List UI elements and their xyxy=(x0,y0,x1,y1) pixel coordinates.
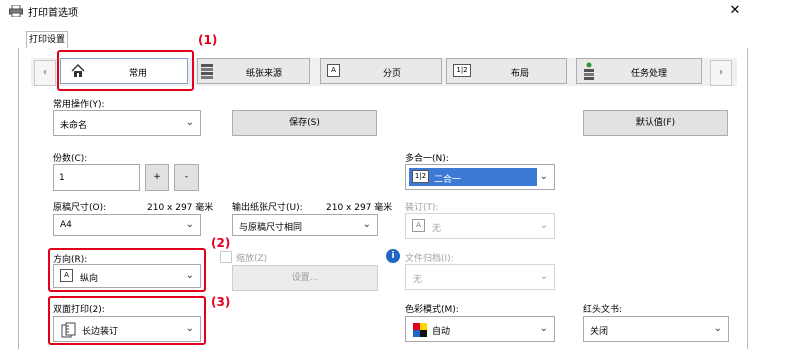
chevron-down-icon: ⌄ xyxy=(185,117,194,128)
chevron-down-icon: ⌄ xyxy=(362,219,371,230)
chevron-down-icon: ⌄ xyxy=(713,323,722,334)
layout-1-2-icon: 1|2 xyxy=(412,170,429,183)
banner-value: 关闭 xyxy=(590,327,609,337)
sheet-next-button[interactable]: › xyxy=(710,60,732,86)
file-retention-value: 无 xyxy=(413,275,423,285)
color-mode-select[interactable]: 自动 ⌄ xyxy=(405,316,555,342)
callout-label-2: (2) xyxy=(211,236,231,250)
copies-input[interactable]: 1 xyxy=(53,164,140,191)
title-bar: 打印首选项 ✕ xyxy=(0,0,747,22)
output-size-label: 输出纸张尺寸(U): xyxy=(232,203,303,213)
zoom-checkbox[interactable] xyxy=(220,251,232,263)
nup-label: 多合一(N): xyxy=(405,154,449,164)
output-size-dims: 210 x 297 毫米 xyxy=(326,203,393,213)
sheet-tab-label: 任务处理 xyxy=(631,69,668,79)
output-size-value: 与原稿尺寸相同 xyxy=(239,223,303,233)
output-size-select[interactable]: 与原稿尺寸相同 ⌄ xyxy=(232,214,378,236)
color-auto-icon xyxy=(413,323,427,337)
page-a-icon: A xyxy=(327,64,340,77)
sheet-tab-finishing[interactable]: A 分页 xyxy=(320,58,442,84)
binding-label: 装订(T): xyxy=(405,203,439,213)
copies-decrement-button[interactable]: - xyxy=(174,164,199,191)
print-preferences-window: 打印首选项 ✕ 打印设置 ‹ 常用 纸张来源 A 分页 1|2 布局 任务处理 … xyxy=(0,0,811,349)
chevron-down-icon: ⌄ xyxy=(185,219,194,230)
chevron-down-icon: ⌄ xyxy=(539,220,548,231)
callout-box-1 xyxy=(57,50,194,91)
favorites-label: 常用操作(Y): xyxy=(53,100,105,110)
favorites-value: 未命名 xyxy=(60,121,88,131)
sheet-tab-layout[interactable]: 1|2 布局 xyxy=(446,58,567,84)
sheet-tab-label: 布局 xyxy=(511,69,530,79)
save-button[interactable]: 保存(S) xyxy=(232,110,377,136)
copies-label: 份数(C): xyxy=(53,154,88,164)
job-stack-icon xyxy=(584,62,594,80)
layout-1-2-icon: 1|2 xyxy=(453,64,471,77)
zoom-label: 缩放(Z) xyxy=(236,254,268,264)
nup-select[interactable]: 1|2 二合一 ⌄ xyxy=(405,164,555,190)
zoom-settings-button[interactable]: 设置... xyxy=(232,265,378,291)
sheet-tab-job-handling[interactable]: 任务处理 xyxy=(576,58,702,84)
color-mode-value: 自动 xyxy=(432,327,451,337)
sheet-tab-label: 分页 xyxy=(383,69,402,79)
window-title: 打印首选项 xyxy=(28,8,78,19)
binding-select[interactable]: A 无 ⌄ xyxy=(405,213,555,239)
nup-value: 二合一 xyxy=(434,175,462,185)
binding-value: 无 xyxy=(432,224,442,234)
callout-box-2 xyxy=(48,248,206,292)
copies-increment-button[interactable]: + xyxy=(145,164,169,191)
original-size-select[interactable]: A4 ⌄ xyxy=(53,214,201,236)
callout-box-3 xyxy=(48,296,206,345)
default-button[interactable]: 默认值(F) xyxy=(583,110,728,136)
color-mode-label: 色彩模式(M): xyxy=(405,305,459,315)
copies-value: 1 xyxy=(59,173,65,183)
original-size-dims: 210 x 297 毫米 xyxy=(147,203,214,213)
sheet-tab-paper-source[interactable]: 纸张来源 xyxy=(197,58,310,84)
close-button[interactable]: ✕ xyxy=(726,2,744,20)
sheet-prev-button[interactable]: ‹ xyxy=(34,60,56,86)
banner-label: 红头文书: xyxy=(583,305,623,315)
info-icon[interactable]: i xyxy=(386,249,400,263)
file-retention-label: 文件归档(I): xyxy=(405,254,454,264)
callout-label-1: (1) xyxy=(198,33,218,47)
banner-select[interactable]: 关闭 ⌄ xyxy=(583,316,729,342)
callout-label-3: (3) xyxy=(211,295,231,309)
favorites-select[interactable]: 未命名 ⌄ xyxy=(53,110,201,136)
chevron-down-icon: ⌄ xyxy=(539,271,548,282)
sheet-tab-label: 纸张来源 xyxy=(246,69,283,79)
original-size-value: A4 xyxy=(60,220,72,230)
printer-tray-icon xyxy=(201,64,213,79)
original-size-label: 原稿尺寸(O): xyxy=(53,203,107,213)
chevron-down-icon: ⌄ xyxy=(539,323,548,334)
file-retention-select[interactable]: 无 ⌄ xyxy=(405,264,555,290)
printer-icon xyxy=(9,5,23,17)
chevron-down-icon: ⌄ xyxy=(539,171,548,182)
page-a-icon: A xyxy=(412,219,425,232)
